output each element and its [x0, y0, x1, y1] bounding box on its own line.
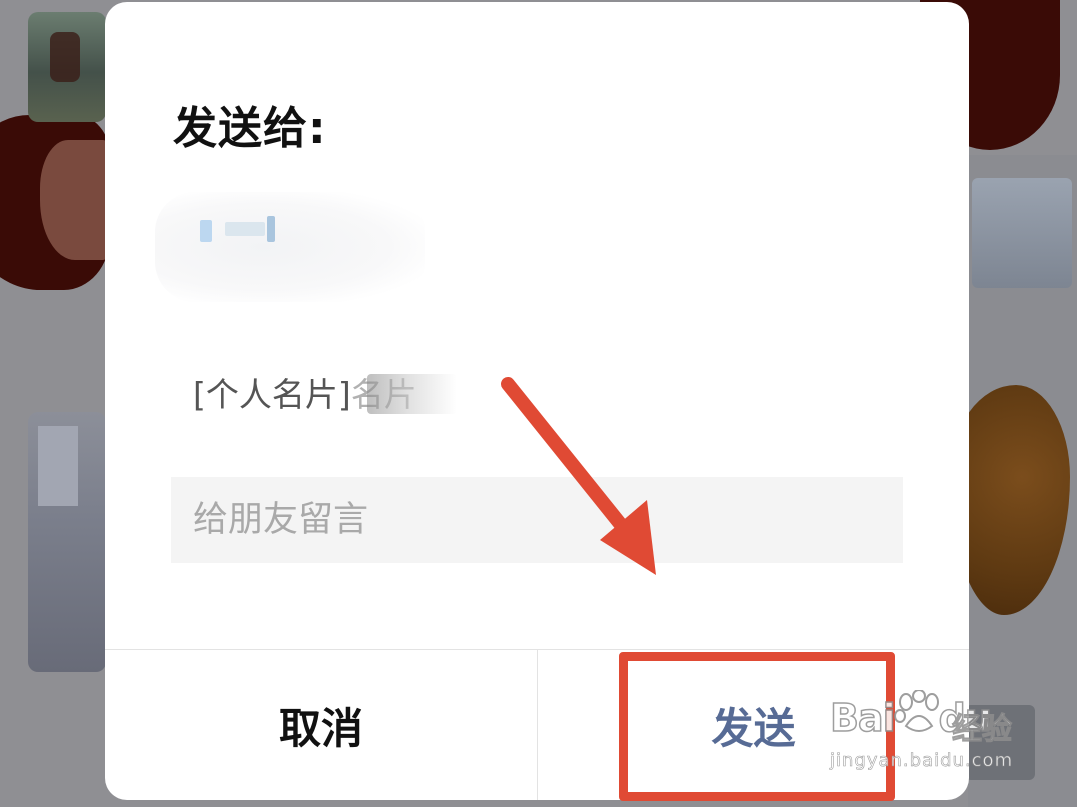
watermark-url: jingyan.baidu.com [830, 750, 1014, 772]
background-thumbnail [28, 12, 106, 122]
dialog-title: 发送给: [173, 103, 327, 154]
background-thumbnail [972, 178, 1072, 288]
background-sticker-face [40, 140, 110, 260]
card-preview-label: [个人名片] [193, 375, 351, 414]
arrow-down-right-icon [501, 377, 656, 575]
baidu-paw-icon [894, 690, 939, 732]
watermark-label: 经验 [952, 712, 1013, 748]
card-name-blur [367, 374, 457, 414]
recipient-avatar [155, 192, 425, 302]
cancel-button[interactable]: 取消 [105, 650, 537, 800]
background-thumbnail [28, 412, 106, 672]
baidu-watermark: Bai du 经验 jingyan.baidu.com [829, 690, 1030, 780]
